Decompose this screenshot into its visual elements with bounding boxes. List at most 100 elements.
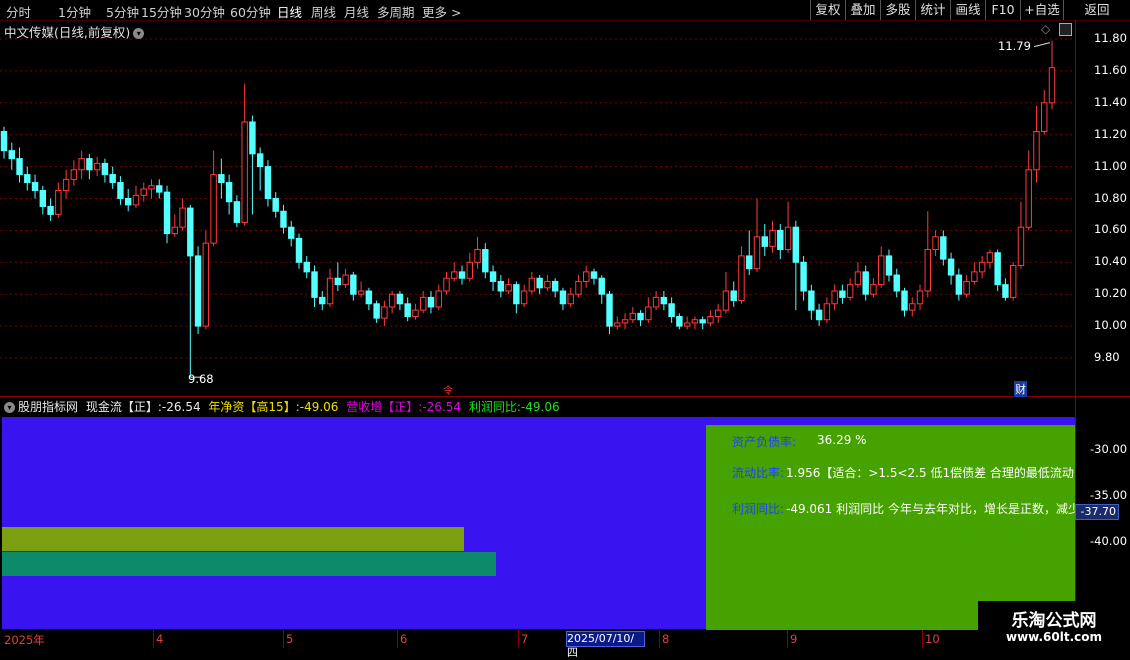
watermark-url: www.60lt.com	[1005, 630, 1103, 644]
candle-body	[373, 303, 380, 319]
candle-body	[70, 169, 78, 180]
candle-body	[660, 296, 668, 305]
candle-body	[940, 236, 947, 260]
restore-rights-button[interactable]: 复权	[810, 0, 845, 20]
candle-body	[31, 182, 39, 192]
candle-body	[986, 252, 994, 263]
candle-body	[583, 271, 590, 282]
event-marker[interactable]: 令	[443, 382, 453, 397]
candle-body	[598, 277, 605, 295]
candle-body	[808, 290, 815, 311]
tab-period-fenshi[interactable]: 分时	[6, 2, 31, 21]
price-axis-label: 10.80	[1094, 190, 1127, 205]
candle-body	[629, 312, 637, 321]
tab-period-60min[interactable]: 60分钟	[230, 2, 271, 21]
tab-period-1min[interactable]: 1分钟	[58, 2, 91, 21]
candle-body	[101, 162, 109, 176]
tab-period-multi[interactable]: 多周期	[377, 2, 415, 21]
panel-separator	[0, 396, 1130, 397]
tab-period-30min[interactable]: 30分钟	[184, 2, 225, 21]
candle-body	[295, 237, 303, 263]
debt-ratio-value: 36.29 %	[817, 433, 867, 447]
draw-line-button[interactable]: 画线	[950, 0, 985, 20]
tab-period-5min[interactable]: 5分钟	[106, 2, 139, 21]
candle-body	[699, 319, 706, 324]
candle-body	[311, 271, 318, 298]
tab-period-more[interactable]: 更多 >	[422, 2, 461, 21]
back-button[interactable]: 返回	[1063, 0, 1130, 20]
price-axis-label: 11.40	[1094, 94, 1127, 109]
tab-period-15min[interactable]: 15分钟	[141, 2, 182, 21]
candle-body	[109, 174, 116, 184]
candle-body	[412, 309, 419, 318]
candle-body	[893, 274, 900, 292]
indicator-bar-olive	[2, 527, 464, 551]
candle-body	[885, 255, 893, 276]
candle-body	[404, 303, 411, 318]
price-axis-label: 10.00	[1094, 318, 1127, 333]
high-price-label: 11.79	[998, 39, 1031, 53]
date-tick	[283, 630, 284, 648]
tab-period-daily[interactable]: 日线	[277, 2, 302, 21]
candle-body	[955, 274, 963, 295]
fundamentals-info-box: 资产负债率: 36.29 % 流动比率: 1.956【适合：>1.5<2.5 低…	[706, 425, 1075, 630]
candle-body	[497, 280, 505, 292]
candle-body	[388, 293, 396, 308]
finance-marker[interactable]: 财	[1014, 381, 1027, 397]
multi-stock-button[interactable]: 多股	[880, 0, 915, 20]
candle-body	[466, 261, 473, 279]
statistics-button[interactable]: 统计	[915, 0, 950, 20]
candle-body	[427, 296, 435, 308]
candle-body	[8, 150, 15, 160]
add-watchlist-button[interactable]: +自选	[1020, 0, 1063, 20]
high-pointer-line	[1033, 42, 1051, 48]
candle-body	[474, 249, 481, 263]
candle-body	[443, 277, 450, 292]
candle-body	[536, 277, 543, 289]
candle-body	[93, 162, 101, 171]
candle-body	[55, 190, 62, 215]
candle-body	[777, 229, 784, 251]
candle-body	[683, 322, 691, 327]
date-tick	[518, 630, 519, 648]
candle-body	[753, 236, 761, 270]
candle-body	[365, 290, 373, 305]
candle-body	[396, 293, 404, 305]
candle-body	[901, 290, 908, 311]
candle-body	[854, 271, 862, 286]
candle-body	[482, 249, 489, 273]
candle-body	[288, 226, 295, 239]
candle-body	[551, 280, 559, 292]
candle-body	[707, 316, 714, 324]
candle-body	[963, 280, 970, 295]
candle-body	[24, 174, 31, 184]
f10-button[interactable]: F10	[985, 0, 1020, 20]
candle-body	[280, 210, 287, 228]
indicator-axis-label: -40.00	[1090, 534, 1128, 548]
chevron-down-icon[interactable]: ▾	[4, 402, 15, 413]
candle-body	[1017, 226, 1025, 266]
indicator-bar-teal	[2, 552, 496, 576]
candle-body	[16, 158, 23, 176]
low-price-label: 9.68	[188, 372, 214, 386]
axis-separator	[1075, 20, 1076, 650]
tab-period-monthly[interactable]: 月线	[344, 2, 369, 21]
debt-ratio-label: 资产负债率:	[732, 435, 797, 449]
candle-body	[435, 290, 442, 308]
candle-body	[761, 236, 768, 247]
indicator-netasset-value: :-49.06	[295, 400, 339, 414]
candle-body	[676, 316, 683, 327]
price-axis-label: 10.20	[1094, 286, 1127, 301]
candle-body	[714, 309, 722, 318]
overlay-button[interactable]: 叠加	[845, 0, 880, 20]
candle-body	[1041, 102, 1048, 133]
price-axis-label: 11.20	[1094, 126, 1127, 141]
candle-body	[148, 185, 155, 190]
indicator-name[interactable]: 股朋指标网	[18, 400, 78, 414]
candle-body	[846, 284, 854, 298]
date-tick	[659, 630, 660, 648]
tab-period-weekly[interactable]: 周线	[311, 2, 336, 21]
candle-body	[590, 271, 598, 279]
price-chart[interactable]	[0, 20, 1075, 396]
candle-body	[877, 255, 885, 286]
